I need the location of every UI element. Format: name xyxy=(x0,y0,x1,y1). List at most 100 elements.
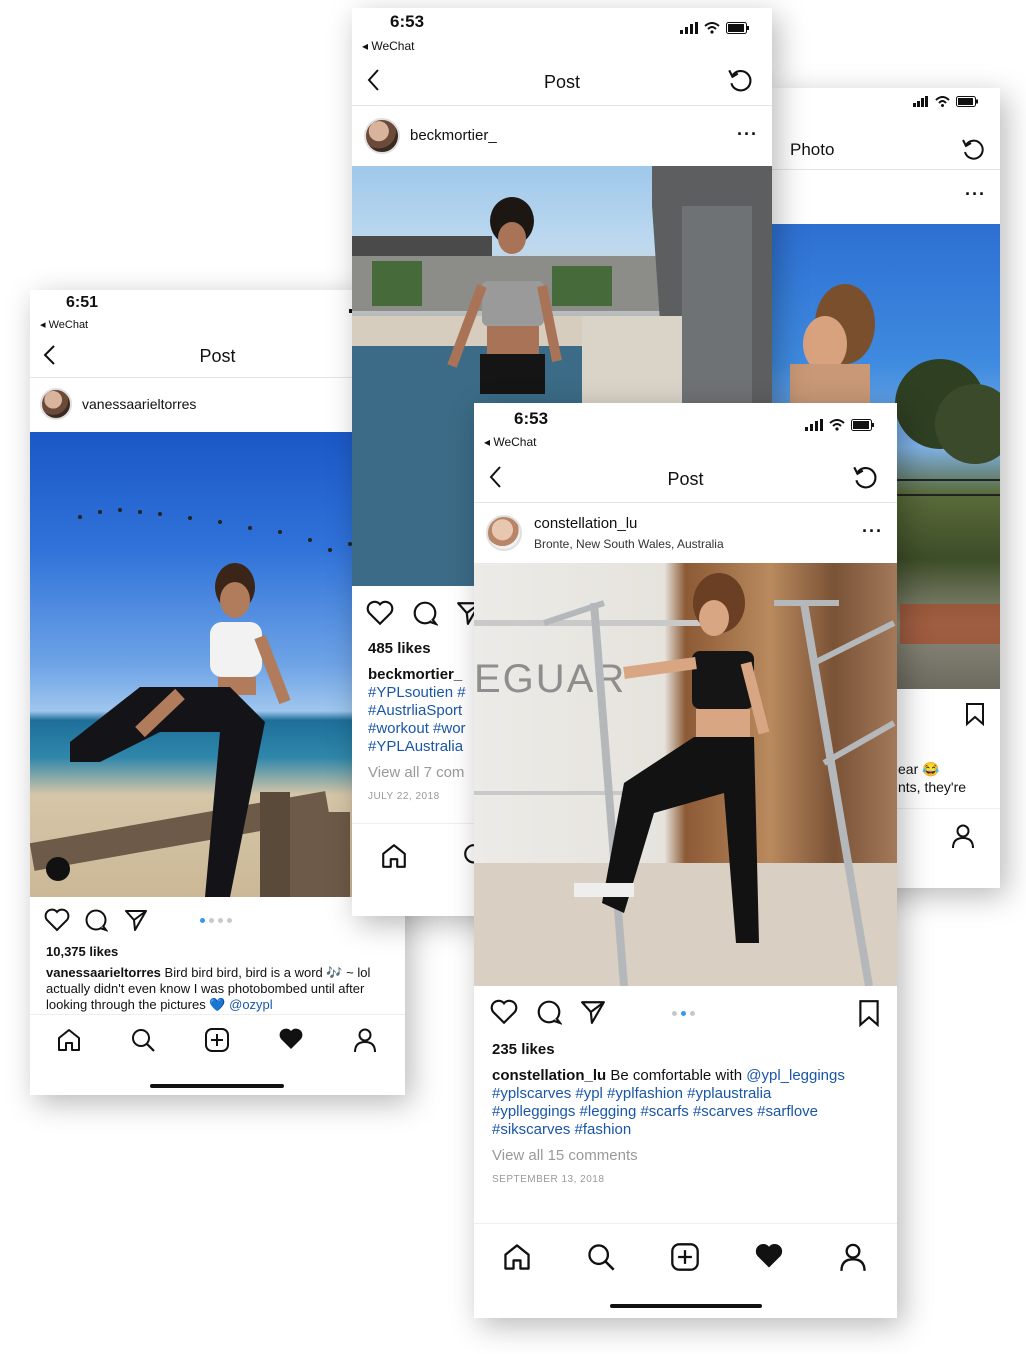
hashtag-line-1[interactable]: #yplscarves #ypl #yplfashion #yplaustral… xyxy=(492,1085,771,1103)
post-username[interactable]: constellation_lu xyxy=(534,515,637,532)
heart-filled-icon[interactable] xyxy=(754,1242,784,1270)
battery-icon xyxy=(726,22,749,34)
heart-filled-icon[interactable] xyxy=(278,1027,304,1051)
search-icon[interactable] xyxy=(130,1027,156,1053)
home-icon[interactable] xyxy=(380,842,408,870)
back-to-wechat-link[interactable]: ◂ WeChat xyxy=(484,435,537,449)
caption-fragment-2: nts, they're xyxy=(898,779,967,795)
profile-icon[interactable] xyxy=(950,823,976,849)
comment-icon[interactable] xyxy=(84,908,108,932)
more-icon[interactable]: ··· xyxy=(965,184,986,205)
heart-icon[interactable] xyxy=(490,999,518,1025)
back-to-wechat-link[interactable]: ◂ WeChat xyxy=(40,318,88,331)
post-photo[interactable] xyxy=(30,432,405,897)
post-date: JULY 22, 2018 xyxy=(368,791,440,802)
post-username[interactable]: beckmortier_ xyxy=(410,127,497,144)
hashtag-line-2[interactable]: #AustrliaSport xyxy=(368,702,462,720)
view-all-comments-link[interactable]: View all 7 com xyxy=(368,764,464,781)
phone-post-vanessa: 6:51 ◂ WeChat Post vanessaarieltorres 10… xyxy=(30,290,405,1095)
nav-bar: Photo xyxy=(770,128,1000,170)
avatar[interactable] xyxy=(486,515,522,551)
caption-text: Be comfortable with xyxy=(606,1067,747,1084)
refresh-icon[interactable] xyxy=(960,136,986,162)
profile-icon[interactable] xyxy=(838,1242,868,1272)
send-icon[interactable] xyxy=(124,908,148,932)
post-location[interactable]: Bronte, New South Wales, Australia xyxy=(534,537,724,551)
heart-icon[interactable] xyxy=(44,908,70,932)
nav-title: Post xyxy=(543,72,581,92)
battery-icon xyxy=(851,419,874,431)
nav-title: Post xyxy=(667,469,704,489)
avatar[interactable] xyxy=(364,118,400,154)
home-indicator[interactable] xyxy=(150,1084,284,1088)
post-actions xyxy=(30,902,405,942)
home-icon[interactable] xyxy=(502,1242,532,1272)
caption-mention[interactable]: @ypl_leggings xyxy=(746,1067,845,1084)
refresh-icon[interactable] xyxy=(851,463,879,491)
tab-bar xyxy=(474,1223,897,1293)
wifi-icon xyxy=(829,419,845,431)
signal-indicators xyxy=(913,96,978,107)
search-icon[interactable] xyxy=(586,1242,616,1272)
post-caption: beckmortier_ xyxy=(368,666,478,684)
hashtag-line-1[interactable]: #YPLsoutien # xyxy=(368,684,466,702)
photo-scene xyxy=(30,508,352,897)
status-time: 6:51 xyxy=(66,294,99,311)
signal-icon xyxy=(680,22,698,34)
add-post-icon[interactable] xyxy=(204,1027,230,1053)
nav-title: Photo xyxy=(790,140,835,159)
profile-icon[interactable] xyxy=(352,1027,378,1053)
caption-mention[interactable]: @ozypl xyxy=(229,997,273,1012)
phone-post-constellation: 6:53 ◂ WeChat Post constellation_lu Bron… xyxy=(474,403,897,1318)
comment-icon[interactable] xyxy=(412,600,438,626)
bookmark-icon[interactable] xyxy=(964,702,986,726)
post-caption: constellation_lu Be comfortable with @yp… xyxy=(492,1067,892,1085)
hashtag-line-2[interactable]: #yplleggings #legging #scarfs #scarves #… xyxy=(492,1103,818,1121)
add-post-icon[interactable] xyxy=(670,1242,700,1272)
view-all-comments-link[interactable]: View all 15 comments xyxy=(492,1147,638,1164)
heart-icon[interactable] xyxy=(366,600,394,626)
signal-icon xyxy=(805,419,823,431)
send-icon[interactable] xyxy=(580,999,606,1025)
signal-indicators xyxy=(805,419,875,431)
wifi-icon xyxy=(935,96,950,107)
likes-count[interactable]: 235 likes xyxy=(492,1041,555,1058)
signal-icon xyxy=(913,96,928,107)
carousel-dots xyxy=(200,918,232,923)
caption-username[interactable]: beckmortier_ xyxy=(368,666,462,683)
caption-username[interactable]: vanessaarieltorres xyxy=(46,965,161,980)
hashtag-line-3[interactable]: #workout #wor xyxy=(368,720,466,738)
status-bar: 6:53 ◂ WeChat xyxy=(352,8,772,68)
caption-fragment-1: ear 😂 xyxy=(898,761,940,777)
hashtag-line-4[interactable]: #YPLAustralia xyxy=(368,738,463,756)
nav-bar: Post xyxy=(30,334,405,378)
bookmark-icon[interactable] xyxy=(857,999,881,1027)
more-icon[interactable]: ··· xyxy=(862,521,883,542)
nav-bar: Post xyxy=(352,60,772,106)
nav-title: Post xyxy=(199,346,236,366)
more-icon[interactable]: ··· xyxy=(737,124,758,145)
nav-bar: Post xyxy=(474,457,897,503)
likes-count[interactable]: 10,375 likes xyxy=(46,944,118,959)
post-header: beckmortier_ ··· xyxy=(352,108,772,166)
hashtag-line-3[interactable]: #sikscarves #fashion xyxy=(492,1121,631,1139)
status-bar: 6:53 ◂ WeChat xyxy=(474,403,897,463)
post-header: constellation_lu Bronte, New South Wales… xyxy=(474,505,897,563)
status-time: 6:53 xyxy=(514,409,549,428)
post-date: SEPTEMBER 13, 2018 xyxy=(492,1174,605,1185)
photo-scene xyxy=(474,573,897,986)
signal-indicators xyxy=(680,22,750,34)
avatar[interactable] xyxy=(40,388,72,420)
home-icon[interactable] xyxy=(56,1027,82,1053)
refresh-icon[interactable] xyxy=(726,66,754,94)
comment-icon[interactable] xyxy=(536,999,562,1025)
post-photo[interactable]: EGUAR xyxy=(474,563,897,986)
likes-count[interactable]: 485 likes xyxy=(368,640,431,657)
tab-bar xyxy=(30,1014,405,1074)
back-to-wechat-link[interactable]: ◂ WeChat xyxy=(362,39,415,53)
caption-username[interactable]: constellation_lu xyxy=(492,1067,606,1084)
post-username[interactable]: vanessaarieltorres xyxy=(82,396,196,412)
home-indicator[interactable] xyxy=(610,1304,762,1308)
post-actions xyxy=(474,995,897,1035)
battery-icon xyxy=(956,96,978,107)
